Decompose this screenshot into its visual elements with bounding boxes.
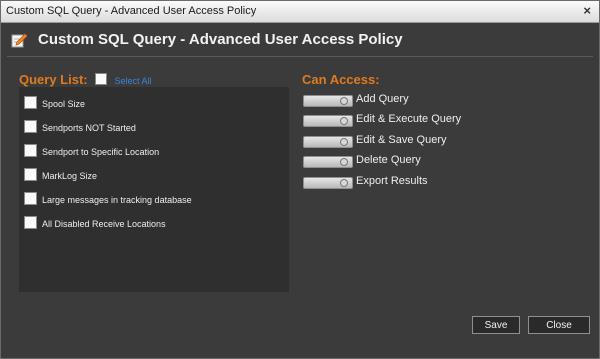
query-item-large-messages[interactable]: Large messages in tracking database [24,190,192,205]
query-item-checkbox[interactable] [24,168,37,181]
window-close-icon[interactable]: × [583,3,591,18]
permission-toggle[interactable] [303,156,353,168]
toggle-knob [340,117,348,125]
dialog-title: Custom SQL Query - Advanced User Access … [38,31,403,48]
permission-toggle[interactable] [303,95,353,107]
query-item-label: Sendports NOT Started [42,123,136,133]
select-all-link[interactable]: Select All [115,76,152,86]
permission-label: Export Results [356,175,428,187]
query-item-label: All Disabled Receive Locations [42,219,166,229]
permission-toggle[interactable] [303,136,353,148]
query-item-sendport-specific-location[interactable]: Sendport to Specific Location [24,142,160,157]
query-item-checkbox[interactable] [24,120,37,133]
permission-toggle[interactable] [303,177,353,189]
window-titlebar[interactable]: Custom SQL Query - Advanced User Access … [1,1,599,23]
query-item-label: Spool Size [42,99,86,109]
window-title: Custom SQL Query - Advanced User Access … [6,5,257,17]
can-access-header: Can Access: [302,71,380,89]
query-item-spool-size[interactable]: Spool Size [24,94,86,109]
query-item-label: MarkLog Size [42,171,98,181]
query-list: Spool Size Sendports NOT Started Sendpor… [19,87,289,292]
policy-dialog: Custom SQL Query - Advanced User Access … [0,0,600,359]
toggle-knob [340,158,348,166]
query-item-marklog-size[interactable]: MarkLog Size [24,166,98,181]
query-item-checkbox[interactable] [24,144,37,157]
query-item-label: Sendport to Specific Location [42,147,160,157]
select-all-checkbox[interactable] [95,73,108,85]
permission-label: Delete Query [356,154,421,166]
permission-label: Edit & Execute Query [356,113,462,125]
toggle-knob [340,138,348,146]
close-button[interactable]: Close [528,316,590,334]
can-access-label: Can Access: [302,72,380,87]
query-list-label: Query List: [19,72,88,87]
edit-document-icon [11,33,28,48]
query-item-label: Large messages in tracking database [42,195,192,205]
toggle-knob [340,97,348,105]
permission-label: Edit & Save Query [356,134,447,146]
toggle-knob [340,179,348,187]
query-item-checkbox[interactable] [24,192,37,205]
save-button[interactable]: Save [472,316,520,334]
query-item-disabled-receive-locations[interactable]: All Disabled Receive Locations [24,214,166,229]
query-item-checkbox[interactable] [24,216,37,229]
permission-label: Add Query [356,93,409,105]
permission-toggle[interactable] [303,115,353,127]
query-item-checkbox[interactable] [24,96,37,109]
dialog-header: Custom SQL Query - Advanced User Access … [7,23,593,57]
query-item-sendports-not-started[interactable]: Sendports NOT Started [24,118,136,133]
